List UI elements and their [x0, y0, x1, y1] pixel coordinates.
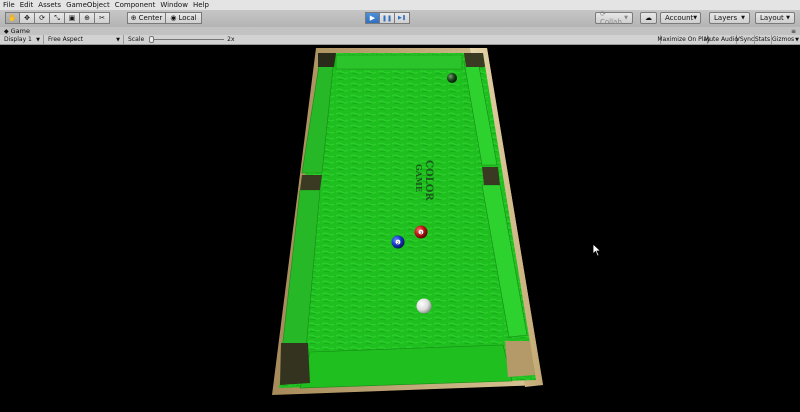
- step-icon: ▶❚: [397, 15, 407, 21]
- tab-menu-icon[interactable]: ≡: [791, 28, 796, 35]
- rect-tool-icon: ▣: [68, 14, 76, 22]
- cloud-button[interactable]: ☁: [640, 12, 657, 24]
- collab-label: ⟳ Collab: [600, 10, 622, 26]
- scale-slider-thumb[interactable]: [149, 36, 155, 43]
- pocket-top-left: [318, 53, 336, 67]
- custom-tool-button[interactable]: ✂: [95, 12, 110, 24]
- ball-red: 3: [414, 225, 428, 239]
- cue-ball: [416, 298, 432, 314]
- step-button[interactable]: ▶❚: [395, 12, 410, 24]
- pause-icon: ❚❚: [381, 14, 393, 22]
- pocket-middle-right: [482, 167, 500, 185]
- chevron-down-icon: ▼: [741, 15, 745, 21]
- mouse-cursor-icon: [592, 243, 602, 257]
- menu-component[interactable]: Component: [112, 0, 158, 10]
- gizmos-dropdown[interactable]: Gizmos ▼: [771, 35, 800, 44]
- playback-controls: ▶ ❚❚ ▶❚: [365, 12, 410, 24]
- ball-dark-green: [447, 73, 457, 83]
- custom-tool-icon: ✂: [99, 14, 105, 22]
- menu-edit[interactable]: Edit: [17, 0, 36, 10]
- pocket-top-right: [464, 53, 485, 67]
- rect-tool-button[interactable]: ▣: [65, 12, 80, 24]
- pocket-middle-left: [300, 175, 322, 190]
- game-tab-icon: ◆: [4, 27, 9, 35]
- pocket-bottom-right: [505, 341, 535, 377]
- transform-tool-button[interactable]: ⊕: [80, 12, 95, 24]
- main-toolbar: ✋ ✥ ⟳ ⤡ ▣ ⊕ ✂ ⊕ Center ◉ Local ▶ ❚❚ ▶❚ ⟳ Colla…: [0, 10, 800, 28]
- tab-game[interactable]: ◆ Game: [0, 27, 30, 35]
- layout-dropdown[interactable]: Layout ▼: [755, 12, 795, 24]
- hand-tool-button[interactable]: ✋: [5, 12, 20, 24]
- aspect-dropdown[interactable]: Free Aspect ▼: [44, 35, 124, 44]
- move-tool-button[interactable]: ✥: [20, 12, 35, 24]
- game-tab-bar: ◆ Game ≡: [0, 27, 800, 35]
- pocket-bottom-left: [280, 343, 310, 385]
- menu-bar: File Edit Assets GameObject Component Window H…: [0, 0, 800, 10]
- chevron-down-icon: ▼: [786, 15, 790, 21]
- rotate-tool-button[interactable]: ⟳: [35, 12, 50, 24]
- pause-button[interactable]: ❚❚: [380, 12, 395, 24]
- hand-tool-icon: ✋: [8, 14, 17, 22]
- chevron-down-icon: ▼: [624, 15, 628, 21]
- pivot-toggles: ⊕ Center ◉ Local: [127, 12, 202, 24]
- display-dropdown[interactable]: Display 1 ▼: [0, 35, 44, 44]
- globe-icon: ◉: [170, 14, 177, 22]
- pivot-center-button[interactable]: ⊕ Center: [127, 12, 166, 24]
- stats-toggle[interactable]: Stats: [754, 35, 772, 44]
- pool-table-scene: COLOR GAME 3 2: [272, 48, 543, 395]
- rotate-tool-icon: ⟳: [39, 14, 45, 22]
- layers-dropdown[interactable]: Layers ▼: [709, 12, 750, 24]
- chevron-down-icon: ▼: [36, 36, 40, 43]
- transform-tool-icon: ⊕: [84, 14, 90, 22]
- mute-audio-toggle[interactable]: Mute Audio: [704, 35, 738, 44]
- chevron-down-icon: ▼: [693, 15, 698, 21]
- vsync-toggle[interactable]: VSync: [736, 35, 755, 44]
- menu-help[interactable]: Help: [190, 0, 211, 10]
- play-icon: ▶: [369, 14, 376, 22]
- pivot-space-button[interactable]: ◉ Local: [166, 12, 202, 24]
- chevron-down-icon: ▼: [795, 36, 799, 43]
- menu-window[interactable]: Window: [157, 0, 190, 10]
- cloud-icon: ☁: [645, 14, 652, 22]
- svg-text:3: 3: [420, 231, 422, 235]
- scale-tool-button[interactable]: ⤡: [50, 12, 65, 24]
- rail-top: [335, 54, 463, 70]
- move-tool-icon: ✥: [24, 14, 30, 22]
- maximize-on-play-toggle[interactable]: Maximize On Play: [657, 35, 711, 44]
- menu-file[interactable]: File: [0, 0, 17, 10]
- game-viewport[interactable]: COLOR GAME 3 2: [0, 45, 800, 410]
- play-button[interactable]: ▶: [365, 12, 380, 24]
- account-dropdown[interactable]: Account ▼: [660, 12, 701, 24]
- scale-slider[interactable]: [149, 36, 225, 43]
- svg-text:GAME: GAME: [414, 164, 424, 192]
- pivot-icon: ⊕: [130, 14, 137, 22]
- rail-bottom: [299, 344, 513, 389]
- menu-gameobject[interactable]: GameObject: [63, 0, 112, 10]
- svg-text:2: 2: [397, 241, 399, 245]
- scale-tool-icon: ⤡: [54, 13, 60, 22]
- game-view-options: Display 1 ▼ Free Aspect ▼ Scale 2x Maxim…: [0, 35, 800, 45]
- ball-blue: 2: [391, 235, 405, 249]
- menu-assets[interactable]: Assets: [35, 0, 63, 10]
- scale-control: Scale 2x: [128, 36, 235, 43]
- transform-tools: ✋ ✥ ⟳ ⤡ ▣ ⊕ ✂: [5, 12, 110, 24]
- chevron-down-icon: ▼: [116, 36, 120, 43]
- collab-dropdown[interactable]: ⟳ Collab ▼: [595, 10, 633, 26]
